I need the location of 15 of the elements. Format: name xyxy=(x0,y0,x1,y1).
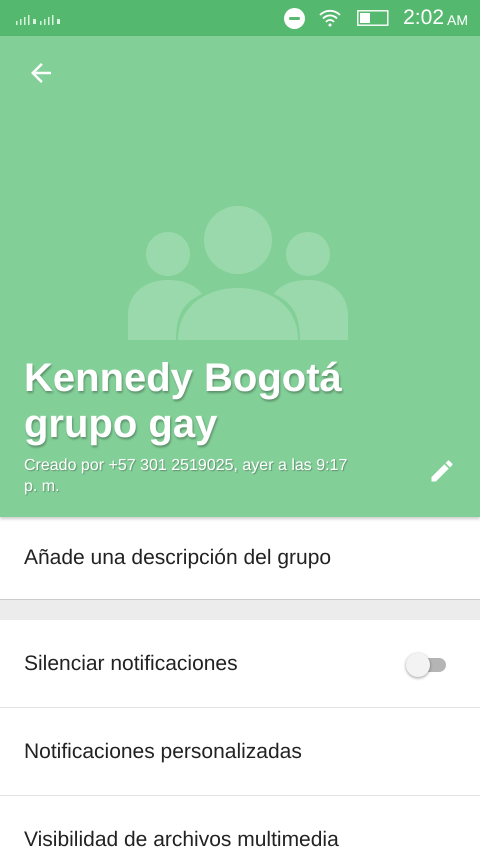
wifi-icon xyxy=(319,9,342,27)
do-not-disturb-icon xyxy=(284,8,306,28)
settings-row[interactable]: Silenciar notificaciones xyxy=(0,620,480,708)
group-name: Kennedy Bogotá grupo gay xyxy=(24,355,343,447)
group-avatar-icon xyxy=(128,206,348,340)
settings-row[interactable]: Visibilidad de archivos multimedia xyxy=(0,796,480,854)
clock-period: AM xyxy=(447,12,468,28)
setting-label: Visibilidad de archivos multimedia xyxy=(24,828,340,852)
settings-row[interactable]: Notificaciones personalizadas xyxy=(0,708,480,796)
setting-label: Notificaciones personalizadas xyxy=(24,740,303,764)
mute-switch[interactable] xyxy=(408,652,448,674)
setting-label: Silenciar notificaciones xyxy=(24,652,239,676)
created-by-text: Creado por +57 301 2519025, ayer a las 9:17 p. m. xyxy=(24,456,348,497)
clock-time: 2:02 xyxy=(403,6,444,30)
battery-icon xyxy=(357,10,390,26)
